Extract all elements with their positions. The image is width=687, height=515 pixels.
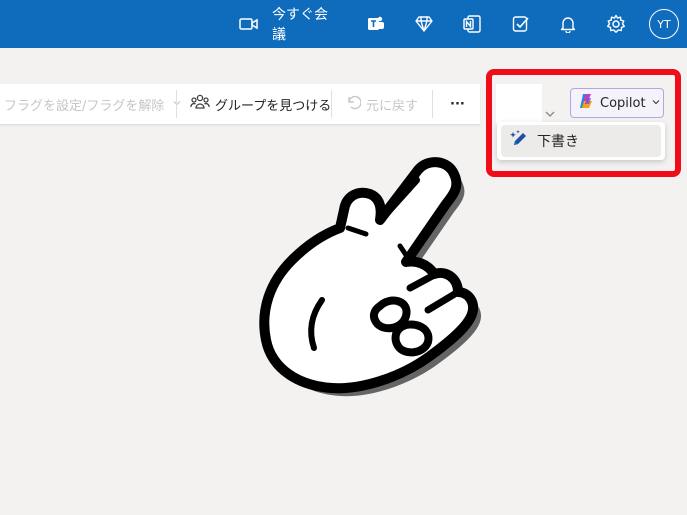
gear-icon[interactable] <box>602 0 630 48</box>
more-options-button[interactable]: ··· <box>450 84 465 124</box>
toolbar-divider <box>432 90 433 118</box>
undo-icon <box>345 94 362 114</box>
pointing-hand-icon <box>259 157 482 397</box>
app-header: 今すぐ会議 YT <box>0 0 687 48</box>
toolbar-divider <box>331 90 332 118</box>
people-group-icon <box>190 93 210 115</box>
find-groups-button[interactable]: グループを見つける <box>190 84 331 124</box>
teams-icon[interactable] <box>362 0 390 48</box>
undo-button[interactable]: 元に戻す <box>345 84 418 124</box>
todo-icon[interactable] <box>507 0 535 48</box>
onenote-icon[interactable] <box>458 0 486 48</box>
command-toolbar: フラグを設定/フラグを解除 グループを見つける 元に戻す ··· <box>0 84 480 125</box>
undo-label: 元に戻す <box>366 98 419 114</box>
bell-icon[interactable] <box>554 0 582 48</box>
video-camera-icon[interactable] <box>232 0 266 48</box>
toolbar-divider <box>176 90 177 118</box>
avatar-initials: YT <box>649 9 679 39</box>
chevron-down-icon <box>172 97 182 112</box>
find-groups-label: グループを見つける <box>215 98 332 114</box>
flag-label: フラグを設定/フラグを解除 <box>4 98 165 114</box>
flag-button[interactable]: フラグを設定/フラグを解除 <box>0 84 182 124</box>
meet-now-button[interactable]: 今すぐ会議 <box>272 0 338 48</box>
user-avatar[interactable]: YT <box>648 0 680 48</box>
diamond-icon[interactable] <box>410 0 438 48</box>
